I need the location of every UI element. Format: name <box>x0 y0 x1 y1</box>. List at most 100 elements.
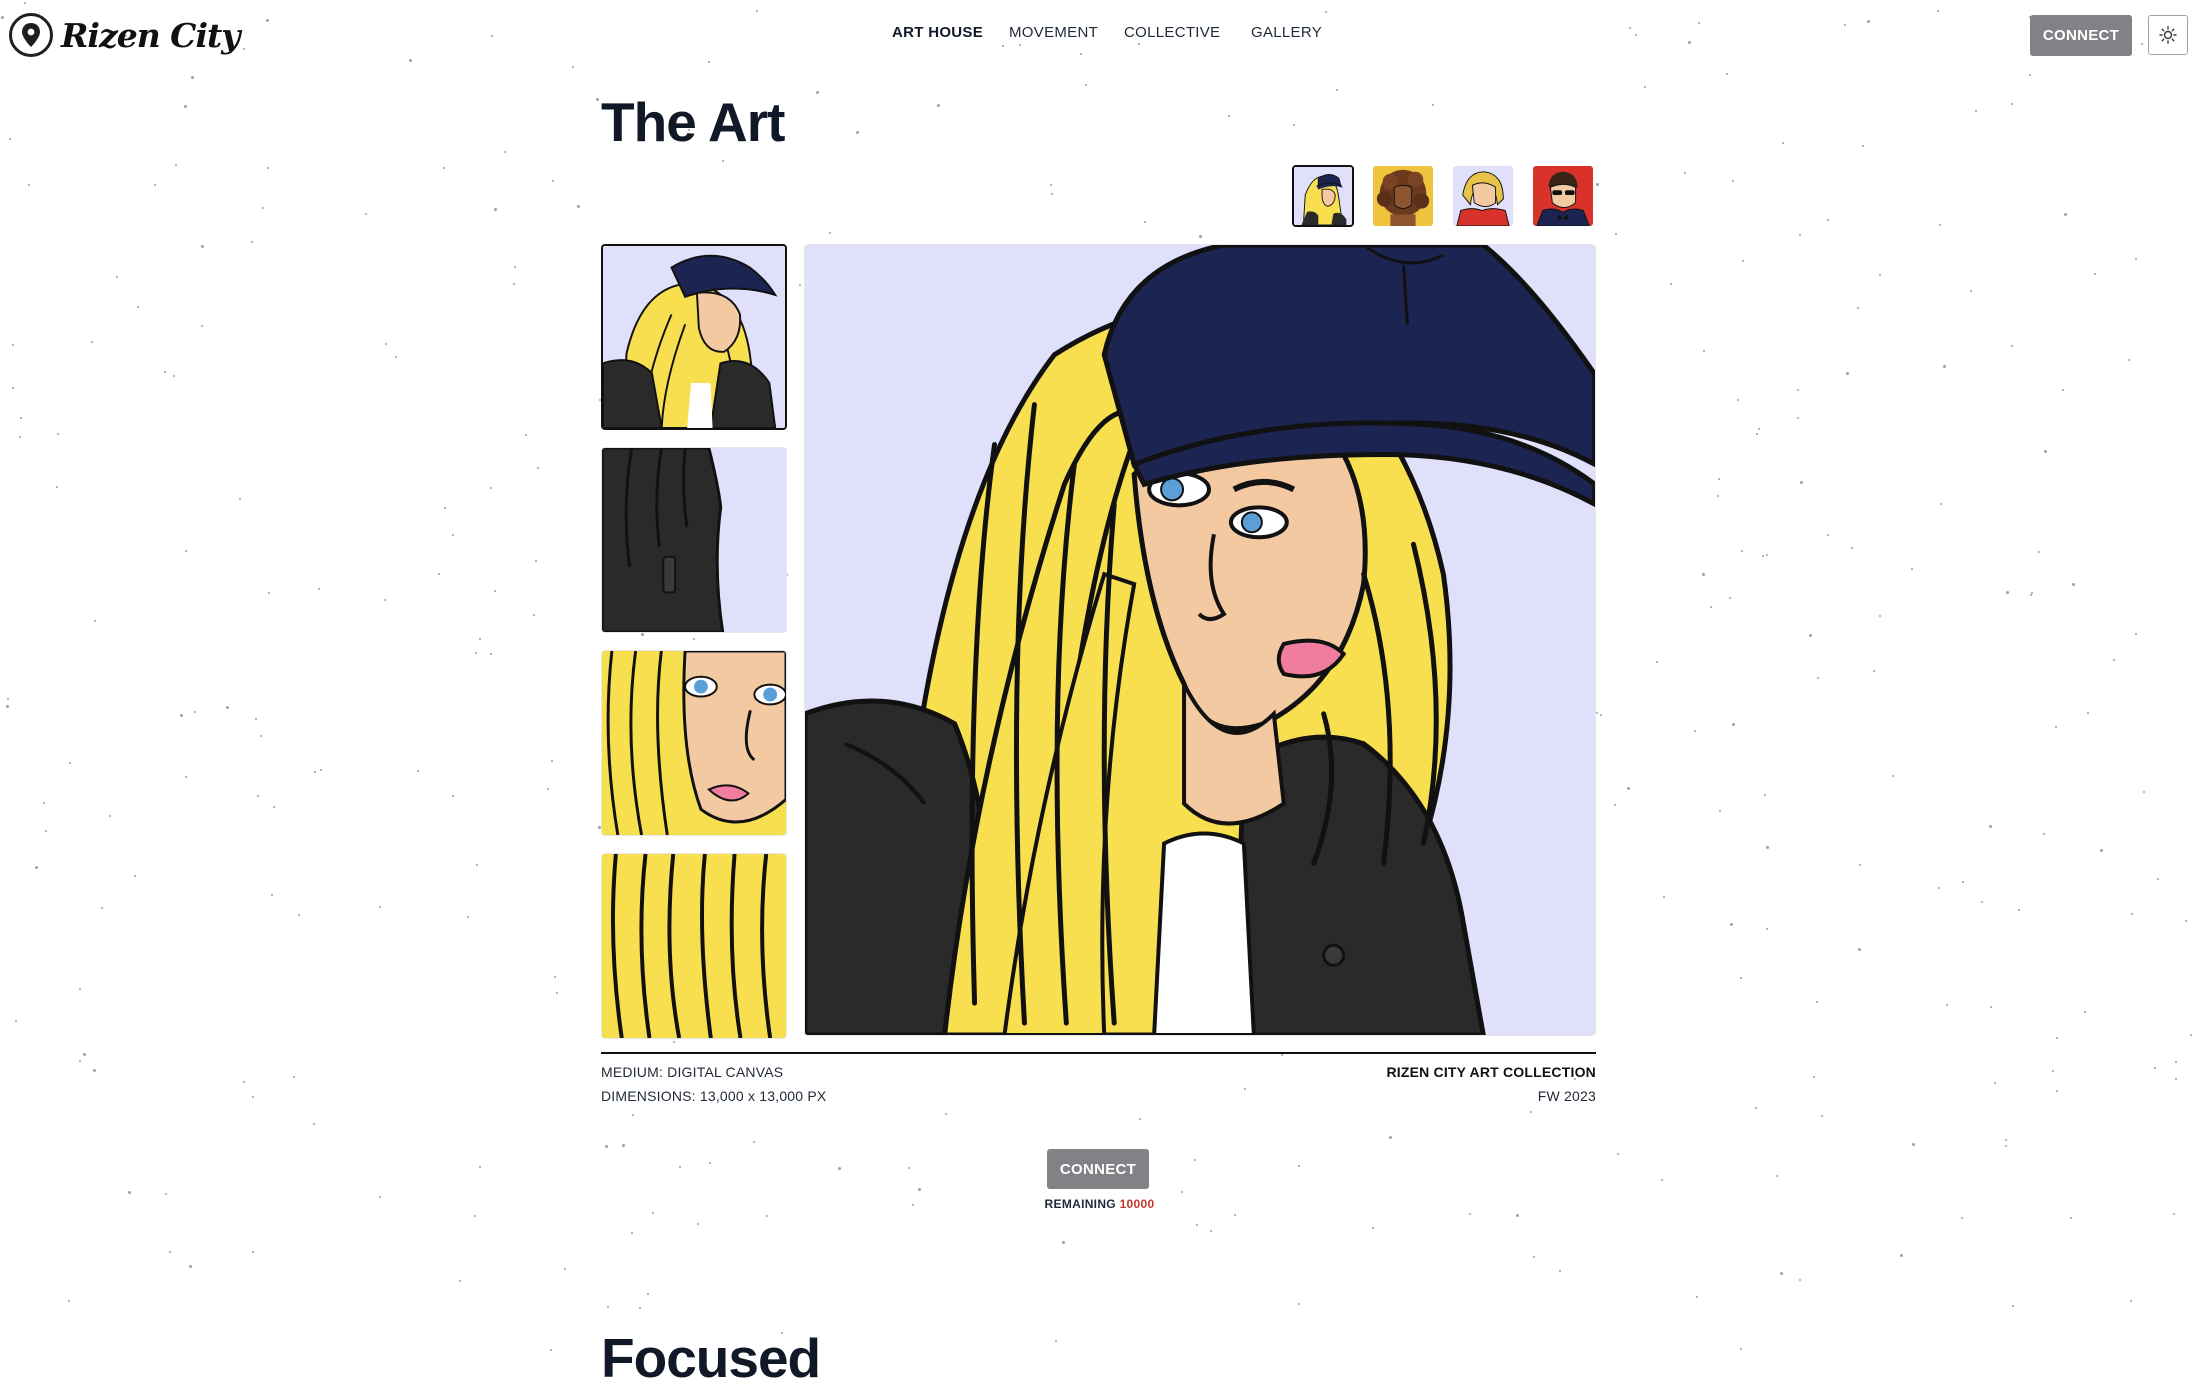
speck <box>185 550 187 552</box>
speck <box>438 573 440 575</box>
mint-connect-button[interactable]: CONNECT <box>1047 1149 1149 1189</box>
speck <box>1938 887 1940 889</box>
speck <box>1627 787 1630 790</box>
detail-thumb-jacket[interactable] <box>601 447 787 633</box>
speck <box>2135 258 2137 260</box>
nav-collective[interactable]: COLLECTIVE <box>1124 24 1220 41</box>
speck <box>476 864 478 866</box>
speck <box>1851 547 1853 549</box>
character-thumb-sunglasses[interactable] <box>1532 165 1594 227</box>
speck <box>722 160 724 162</box>
speck <box>128 1191 131 1194</box>
speck <box>56 486 58 488</box>
speck <box>1530 1111 1532 1113</box>
speck <box>452 795 454 797</box>
remaining-label: REMAINING <box>1044 1197 1116 1211</box>
speck <box>1900 1254 1903 1257</box>
speck <box>564 1268 566 1270</box>
detail-thumb-face[interactable] <box>601 650 787 836</box>
speck <box>605 1145 608 1148</box>
speck <box>1776 1175 1778 1177</box>
speck <box>467 916 469 918</box>
speck <box>1298 1303 1300 1305</box>
speck <box>267 167 269 169</box>
speck <box>547 788 549 790</box>
speck <box>1596 183 1599 186</box>
speck <box>1857 307 1859 309</box>
speck <box>1943 365 1946 368</box>
character-thumb-red-jacket[interactable] <box>1452 165 1514 227</box>
speck <box>697 1223 699 1225</box>
speck <box>2043 833 2045 835</box>
speck <box>1782 142 1784 144</box>
speck <box>1813 1076 1815 1078</box>
speck <box>1196 1224 1198 1226</box>
nav-art-house[interactable]: ART HOUSE <box>892 24 983 41</box>
detail-thumb-portrait[interactable] <box>601 244 787 430</box>
speck <box>1703 350 1705 352</box>
art-medium: MEDIUM: DIGITAL CANVAS <box>601 1064 784 1080</box>
art-season: FW 2023 <box>1537 1088 1596 1104</box>
speck <box>2005 1145 2007 1147</box>
speck <box>15 1020 17 1022</box>
speck <box>577 205 580 208</box>
speck <box>554 976 556 978</box>
remaining-counter: REMAINING 10000 <box>0 1197 2199 1211</box>
speck <box>1740 1348 1742 1350</box>
speck <box>252 1251 254 1253</box>
speck <box>1797 417 1799 419</box>
speck <box>255 718 257 720</box>
detail-thumb-hair[interactable] <box>601 853 787 1039</box>
speck <box>268 592 270 594</box>
speck <box>631 1232 633 1234</box>
speck <box>1663 896 1665 898</box>
speck <box>243 48 245 50</box>
speck <box>1873 670 1875 672</box>
speck <box>1797 389 1799 391</box>
speck <box>1710 606 1712 608</box>
speck <box>708 61 710 63</box>
speck <box>6 705 9 708</box>
speck <box>1615 233 1617 235</box>
speck <box>756 10 758 12</box>
info-divider <box>601 1052 1596 1054</box>
speck <box>474 1215 476 1217</box>
character-thumb-curly[interactable] <box>1372 165 1434 227</box>
nav-movement[interactable]: MOVEMENT <box>1009 24 1098 41</box>
speck <box>1937 10 1939 12</box>
speck <box>1816 1001 1818 1003</box>
character-thumb-blonde-cap[interactable] <box>1292 165 1354 227</box>
speck <box>551 760 553 762</box>
speck <box>109 815 111 817</box>
speck <box>2157 878 2159 880</box>
speck <box>1912 1143 1915 1146</box>
header-connect-button[interactable]: CONNECT <box>2030 15 2132 56</box>
speck <box>2143 791 2145 793</box>
speck <box>838 1167 841 1170</box>
speck <box>829 232 831 234</box>
speck <box>2005 1139 2007 1141</box>
speck <box>1389 1136 1392 1139</box>
speck <box>1879 615 1881 617</box>
speck <box>1718 478 1720 480</box>
speck <box>2100 849 2103 852</box>
speck <box>262 207 264 209</box>
speck <box>2072 583 2075 586</box>
speck <box>1726 73 1728 75</box>
speck <box>1970 290 1972 292</box>
theme-toggle-button[interactable] <box>2148 15 2188 55</box>
speck <box>1892 775 1894 777</box>
speck <box>452 534 454 536</box>
speck <box>766 1215 768 1217</box>
speck <box>1080 53 1082 55</box>
speck <box>1911 568 1913 570</box>
speck <box>1298 1165 1300 1167</box>
speck <box>20 417 22 419</box>
speck <box>2113 659 2115 661</box>
speck <box>753 1141 755 1143</box>
speck <box>243 1081 245 1083</box>
speck <box>1780 1272 1783 1275</box>
nav-gallery[interactable]: GALLERY <box>1251 24 1322 41</box>
speck <box>1670 283 1672 285</box>
speck <box>596 98 599 101</box>
